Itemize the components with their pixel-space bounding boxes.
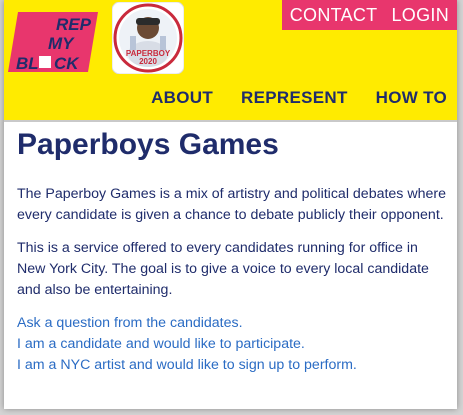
nav-how-to[interactable]: HOW TO: [376, 88, 447, 108]
service-paragraph: This is a service offered to every candi…: [17, 240, 429, 298]
artist-signup-link[interactable]: I am a NYC artist and would like to sign…: [17, 355, 447, 376]
top-utility-bar: CONTACT LOGIN: [281, 0, 457, 30]
logo-line-ck: CK: [54, 54, 80, 73]
rep-my-block-logo[interactable]: REP MY BL CK: [6, 10, 102, 76]
intro-paragraph: The Paperboy Games is a mix of artistry …: [17, 186, 446, 223]
paperboy-2020-badge[interactable]: PAPERBOY 2020: [112, 2, 184, 74]
page-title: Paperboys Games: [17, 128, 279, 161]
site-header: REP MY BL CK PAPERBOY 2020 CONTACT LOGIN…: [4, 0, 457, 122]
badge-text-year: 2020: [139, 57, 157, 66]
page: REP MY BL CK PAPERBOY 2020 CONTACT LOGIN…: [4, 0, 457, 409]
nav-about[interactable]: ABOUT: [151, 88, 213, 108]
logo-line-bl: BL: [16, 54, 39, 73]
logo-line-my: MY: [48, 34, 75, 53]
window-frame: REP MY BL CK PAPERBOY 2020 CONTACT LOGIN…: [0, 0, 463, 415]
logo-line-rep: REP: [56, 15, 92, 34]
action-links: Ask a question from the candidates. I am…: [17, 313, 447, 376]
candidate-participate-link[interactable]: I am a candidate and would like to parti…: [17, 334, 447, 355]
nav-represent[interactable]: REPRESENT: [241, 88, 348, 108]
contact-link[interactable]: CONTACT: [290, 5, 378, 26]
main-content: Paperboys Games The Paperboy Games is a …: [17, 128, 447, 376]
logo-block-square: [39, 56, 51, 68]
ask-question-link[interactable]: Ask a question from the candidates.: [17, 313, 447, 334]
login-link[interactable]: LOGIN: [391, 5, 449, 26]
main-nav: ABOUT REPRESENT HOW TO: [123, 88, 447, 108]
